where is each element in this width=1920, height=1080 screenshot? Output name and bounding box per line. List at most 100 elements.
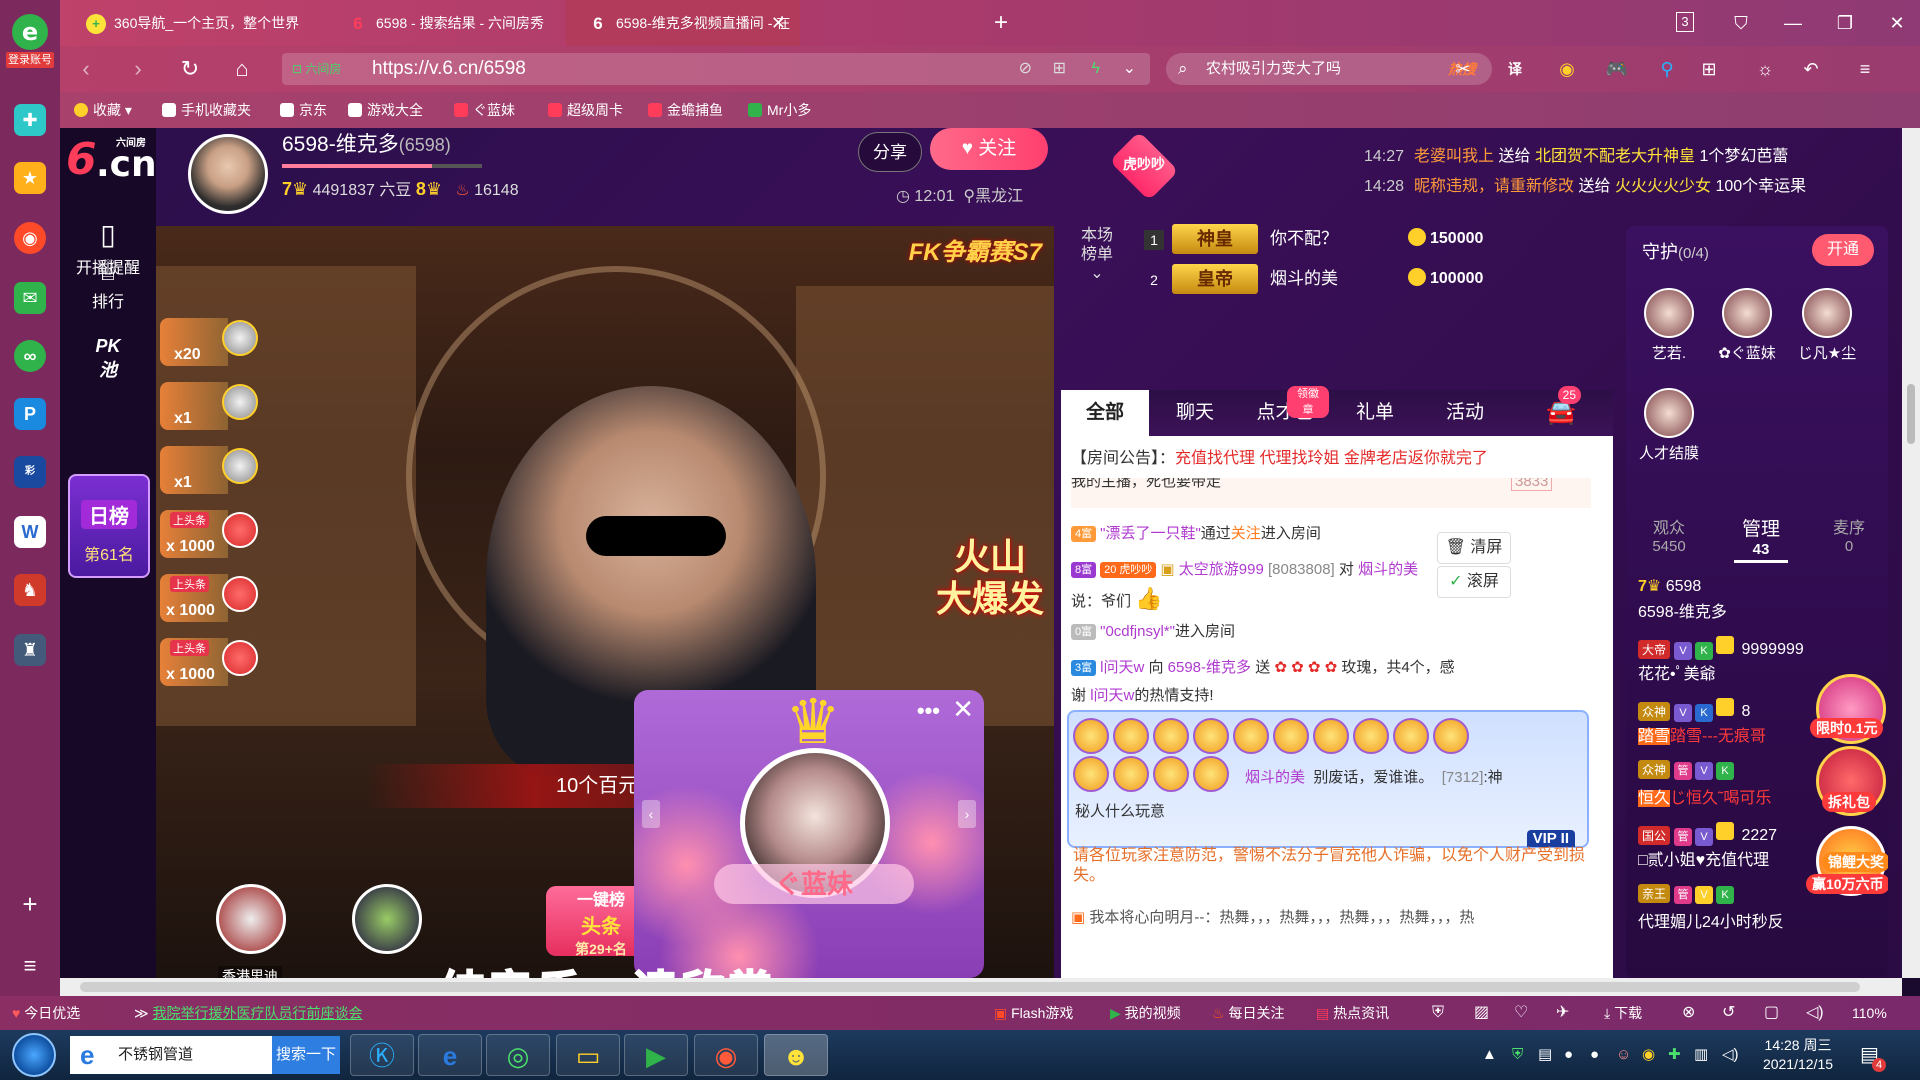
scissors-icon[interactable]: ✂: [1448, 54, 1478, 84]
popup-next-arrow[interactable]: ›: [958, 800, 976, 828]
headline-notice[interactable]: 上头条 x 1000: [160, 636, 258, 690]
today-picks[interactable]: ♥ 今日优选: [12, 996, 80, 1030]
tray-plus-icon[interactable]: ✚: [1668, 1030, 1681, 1080]
tab-close-icon[interactable]: ✕: [771, 0, 786, 46]
tray-network-icon[interactable]: ▥: [1694, 1030, 1708, 1080]
koi-prize-label[interactable]: 锦鲤大奖: [1822, 852, 1888, 872]
chat-user[interactable]: 太空旅游999: [1179, 561, 1264, 578]
tab-mic-queue[interactable]: 麦序 0: [1806, 514, 1888, 555]
streamer-avatar[interactable]: [188, 134, 268, 214]
ie-app-icon[interactable]: e: [418, 1034, 482, 1076]
manager-name[interactable]: 代理媚儿24小时秒反: [1638, 908, 1784, 932]
scene-rank-toggle[interactable]: 本场榜单 ⌄: [1074, 226, 1120, 283]
bookmark-fishing[interactable]: 金蟾捕鱼: [648, 92, 723, 128]
shirt-icon[interactable]: ⛉: [1726, 8, 1756, 38]
contestant-avatar[interactable]: [352, 884, 422, 954]
horizontal-scrollbar[interactable]: [60, 978, 1902, 996]
scrollbar-thumb[interactable]: [1907, 384, 1915, 444]
car-icon[interactable]: 🚘 25: [1517, 386, 1605, 436]
sidebar-menu-icon[interactable]: ≡: [14, 950, 46, 982]
manager-name[interactable]: □贰小姐♥充值代理: [1638, 846, 1769, 870]
popup-more-icon[interactable]: •••: [917, 698, 940, 724]
download-button[interactable]: ⤓ 下载: [1604, 996, 1642, 1030]
daily-focus[interactable]: ♨ 每日关注: [1212, 996, 1284, 1030]
tab-gift-list[interactable]: 礼单: [1331, 390, 1419, 436]
tab-count-badge[interactable]: 3: [1676, 12, 1694, 32]
nav-ranking[interactable]: ♕ 排行: [60, 254, 156, 324]
undo-icon[interactable]: ↶: [1796, 54, 1826, 84]
share-button[interactable]: 分享: [858, 132, 922, 172]
home-button[interactable]: ⌂: [226, 54, 258, 84]
guardian-avatar[interactable]: 人才结膜: [1626, 388, 1714, 463]
refresh-icon[interactable]: ↺: [1722, 996, 1735, 1030]
headline-notice[interactable]: 上头条 x 1000: [160, 572, 258, 626]
mail-icon[interactable]: ✉: [14, 282, 46, 314]
manager-row[interactable]: 国公管 V 2227: [1638, 822, 1777, 846]
heart-outline-icon[interactable]: ♡: [1514, 996, 1528, 1030]
back-button[interactable]: ‹: [70, 54, 102, 84]
tab-all[interactable]: 全部: [1061, 390, 1149, 436]
magnifier-icon[interactable]: ⚲: [1652, 54, 1682, 84]
hot-news[interactable]: ▤ 热点资讯: [1316, 996, 1389, 1030]
url-dropdown-icon[interactable]: ⌄: [1123, 53, 1136, 85]
url-field[interactable]: ⊡ 六间房 https://v.6.cn/6598 ⌄ ϟ ⊞ ⊘: [282, 53, 1150, 85]
guardian-avatar[interactable]: じ凡★尘: [1782, 288, 1872, 363]
bookmark-favorites[interactable]: 收藏 ▾: [74, 92, 132, 128]
lottery-icon[interactable]: 彩: [14, 456, 46, 488]
tray-coin-icon[interactable]: ◉: [1642, 1030, 1655, 1080]
gift-notice[interactable]: x1: [160, 380, 258, 434]
headline-notice[interactable]: 上头条 x 1000: [160, 508, 258, 562]
shield-block-icon[interactable]: ⊘: [1019, 53, 1032, 85]
system-clock[interactable]: 14:28 周三 2021/12/15: [1756, 1036, 1840, 1074]
tab-chat[interactable]: 聊天: [1151, 390, 1239, 436]
tray-volume-icon[interactable]: ◁): [1722, 1030, 1739, 1080]
tab-activity[interactable]: 活动: [1421, 390, 1509, 436]
manager-row[interactable]: 亲王管 V K: [1638, 884, 1737, 904]
lightning-icon[interactable]: ϟ: [1092, 53, 1100, 85]
coin-icon[interactable]: ◉: [1552, 54, 1582, 84]
bookmark-weekcard[interactable]: 超级周卡: [548, 92, 623, 128]
plus-app-icon[interactable]: ✚: [14, 104, 46, 136]
guardian-avatar[interactable]: 艺若.: [1626, 288, 1714, 363]
apps-grid-icon[interactable]: ⊞: [1694, 54, 1724, 84]
start-button[interactable]: [12, 1033, 56, 1077]
tab-managers[interactable]: 管理 43: [1718, 514, 1804, 558]
restore-button[interactable]: ❐: [1830, 8, 1860, 38]
nav-live-reminder[interactable]: ▯ 开播提醒: [60, 172, 156, 277]
word-doc-icon[interactable]: W: [14, 516, 46, 548]
guardian-avatar[interactable]: ✿ぐ蓝妹: [1702, 288, 1792, 363]
scrollbar-thumb[interactable]: [80, 982, 1860, 992]
star-favorites-icon[interactable]: ★: [14, 162, 46, 194]
minimize-button[interactable]: —: [1778, 8, 1808, 38]
koi-prize-sub-label[interactable]: 赢10万六币: [1806, 874, 1888, 894]
window-icon[interactable]: ▢: [1764, 996, 1779, 1030]
tray-doc-icon[interactable]: ▤: [1538, 1030, 1552, 1080]
active-app-icon[interactable]: ☻: [764, 1034, 828, 1076]
link-icon[interactable]: ⊗: [1682, 996, 1695, 1030]
gift-notice[interactable]: x1: [160, 444, 258, 498]
tray-shield-icon[interactable]: ⛨: [1512, 1030, 1523, 1080]
image-icon[interactable]: ▨: [1474, 996, 1489, 1030]
news-link[interactable]: ≫ 我院举行援外医疗队员行前座谈会: [134, 996, 363, 1030]
notification-icon[interactable]: ▤ 4: [1860, 1030, 1887, 1080]
shield-icon[interactable]: ⛨: [1432, 996, 1444, 1030]
close-window-button[interactable]: ✕: [1882, 8, 1912, 38]
video-player-app-icon[interactable]: ▶: [624, 1034, 688, 1076]
open-guardian-button[interactable]: 开通: [1812, 234, 1874, 266]
tab-search-results[interactable]: 6 6598 - 搜索结果 - 六间房秀: [326, 0, 566, 46]
search-input[interactable]: ⌕ 农村吸引力变大了吗 热搜: [1166, 53, 1492, 85]
bookmark-mobile[interactable]: 手机收藏夹: [162, 92, 251, 128]
speaker-icon[interactable]: ◁): [1806, 996, 1824, 1030]
game-fort-icon[interactable]: ♜: [14, 634, 46, 666]
nav-pk-pool[interactable]: PK池: [60, 324, 156, 394]
login-area[interactable]: e 登录账号: [6, 14, 54, 72]
vertical-scrollbar[interactable]: [1902, 128, 1920, 978]
my-videos[interactable]: ▶ 我的视频: [1110, 996, 1181, 1030]
rank-row[interactable]: 1 神皇 你不配？ 150000: [1144, 224, 1524, 258]
manager-name[interactable]: 踏雪踏雪---无痕哥: [1638, 722, 1766, 746]
chat-user[interactable]: "0cdfjnsyl*": [1100, 623, 1175, 640]
game-icon[interactable]: ♞: [14, 574, 46, 606]
bookmark-games[interactable]: 游戏大全: [348, 92, 423, 128]
translate-button[interactable]: 译: [1500, 54, 1530, 84]
tray-expand-icon[interactable]: ▲: [1482, 1030, 1497, 1080]
